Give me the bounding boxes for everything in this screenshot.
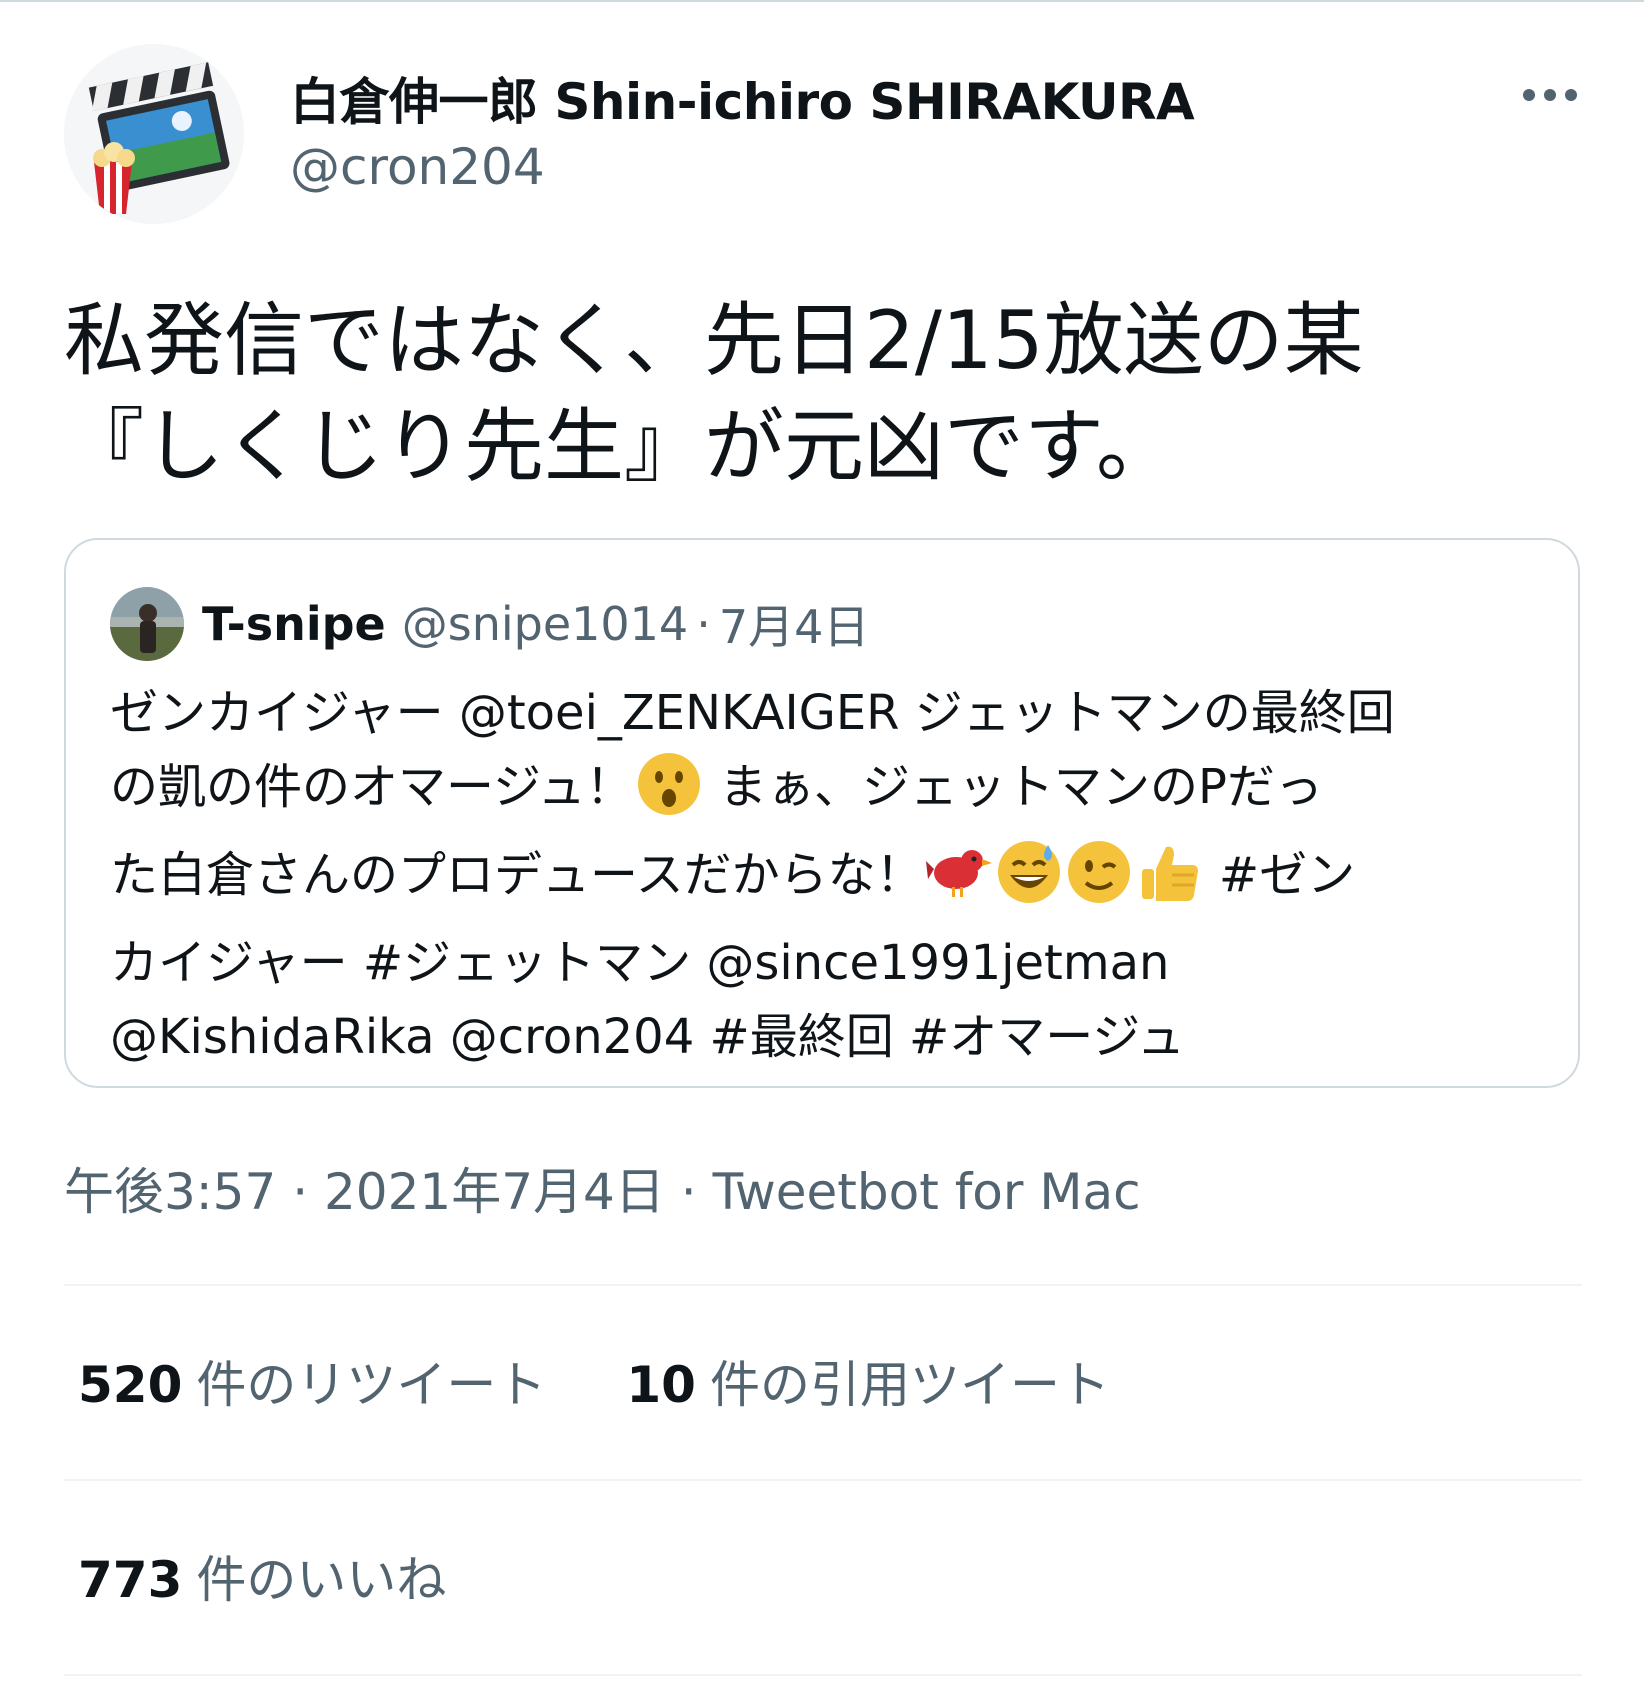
tweet-time-link[interactable]: 午後3:57 — [64, 1163, 276, 1221]
quoted-tweet-text: ゼンカイジャー @toei_ZENKAIGER ジェットマンの最終回 の凱の件の… — [110, 676, 1550, 1074]
divider — [64, 1674, 1582, 1676]
quoted-text-segment: の凱の件のオマージュ！ — [110, 759, 634, 815]
divider — [64, 1479, 1582, 1481]
quoted-text-segment: まぁ、ジェットマンのPだっ — [718, 759, 1323, 815]
person-landscape-icon — [110, 587, 184, 661]
quoted-tweet-card[interactable]: T-snipe @snipe1014 · 7月4日 ゼンカイジャー @toei_… — [64, 538, 1580, 1088]
thumbs-up-emoji — [1136, 839, 1202, 926]
more-options-button[interactable] — [1518, 70, 1582, 120]
quoted-tweet-date: 7月4日 — [718, 600, 870, 654]
likes-stat-link[interactable]: 773 件のいいね — [78, 1540, 446, 1612]
engagement-stats: 520 件のリツイート 10 件の引用ツイート — [78, 1345, 1190, 1417]
quoted-text-line: カイジャー #ジェットマン @since1991jetman — [110, 935, 1170, 991]
retweets-stat-link[interactable]: 520 件のリツイート — [78, 1345, 546, 1417]
top-border — [0, 0, 1644, 2]
quote-tweets-count: 10 — [626, 1356, 696, 1414]
retweets-count: 520 — [78, 1356, 183, 1414]
author-display-name[interactable]: 白倉伸一郎 Shin-ichiro SHIRAKURA — [290, 62, 1195, 134]
likes-label: 件のいいね — [196, 1551, 447, 1609]
tweet-text-line: 私発信ではなく、先日2/15放送の某 — [64, 294, 1364, 387]
tweet-source-link[interactable]: Tweetbot for Mac — [713, 1163, 1141, 1221]
tweet-meta: 午後3:57 · 2021年7月4日 · Tweetbot for Mac — [64, 1152, 1141, 1224]
quoted-text-line: ゼンカイジャー @toei_ZENKAIGER ジェットマンの最終回 — [110, 685, 1395, 741]
winking-face-emoji — [1066, 839, 1132, 926]
red-bird-emoji — [925, 839, 992, 926]
quoted-text-segment: た白倉さんのプロデュースだからな！ — [110, 847, 924, 903]
tweet-text-line: 『しくじり先生』が元凶です。 — [64, 400, 1176, 493]
quote-tweets-stat-link[interactable]: 10 件の引用ツイート — [626, 1345, 1110, 1417]
more-horizontal-icon — [1523, 89, 1577, 101]
quote-tweets-label: 件の引用ツイート — [709, 1356, 1110, 1414]
quoted-author-name: T-snipe — [202, 597, 386, 651]
quoted-text-line: の凱の件のオマージュ！ まぁ、ジェットマンのPだっ — [110, 750, 1550, 838]
clapperboard-popcorn-icon — [64, 44, 244, 224]
quoted-text-line: た白倉さんのプロデュースだからな！ #ゼン — [110, 838, 1550, 926]
astonished-face-emoji — [636, 751, 702, 838]
likes-count: 773 — [78, 1551, 183, 1609]
author-avatar[interactable] — [64, 44, 244, 224]
separator-dot: · — [680, 1163, 697, 1221]
tweet-date-link[interactable]: 2021年7月4日 — [324, 1163, 665, 1221]
quoted-tweet-header: T-snipe @snipe1014 · 7月4日 — [110, 586, 869, 662]
separator-dot: · — [292, 1163, 309, 1221]
retweets-label: 件のリツイート — [196, 1356, 547, 1414]
grinning-sweat-emoji — [996, 839, 1062, 926]
quoted-text-line: @KishidaRika @cron204 #最終回 #オマージュ — [110, 1009, 1185, 1065]
tweet-text: 私発信ではなく、先日2/15放送の某 『しくじり先生』が元凶です。 — [64, 288, 1584, 500]
separator-dot: · — [696, 597, 711, 651]
quoted-author-avatar — [110, 587, 184, 661]
author-handle[interactable]: @cron204 — [290, 138, 545, 196]
divider — [64, 1284, 1582, 1286]
quoted-text-segment: #ゼン — [1218, 847, 1356, 903]
quoted-author-handle: @snipe1014 — [401, 597, 689, 651]
